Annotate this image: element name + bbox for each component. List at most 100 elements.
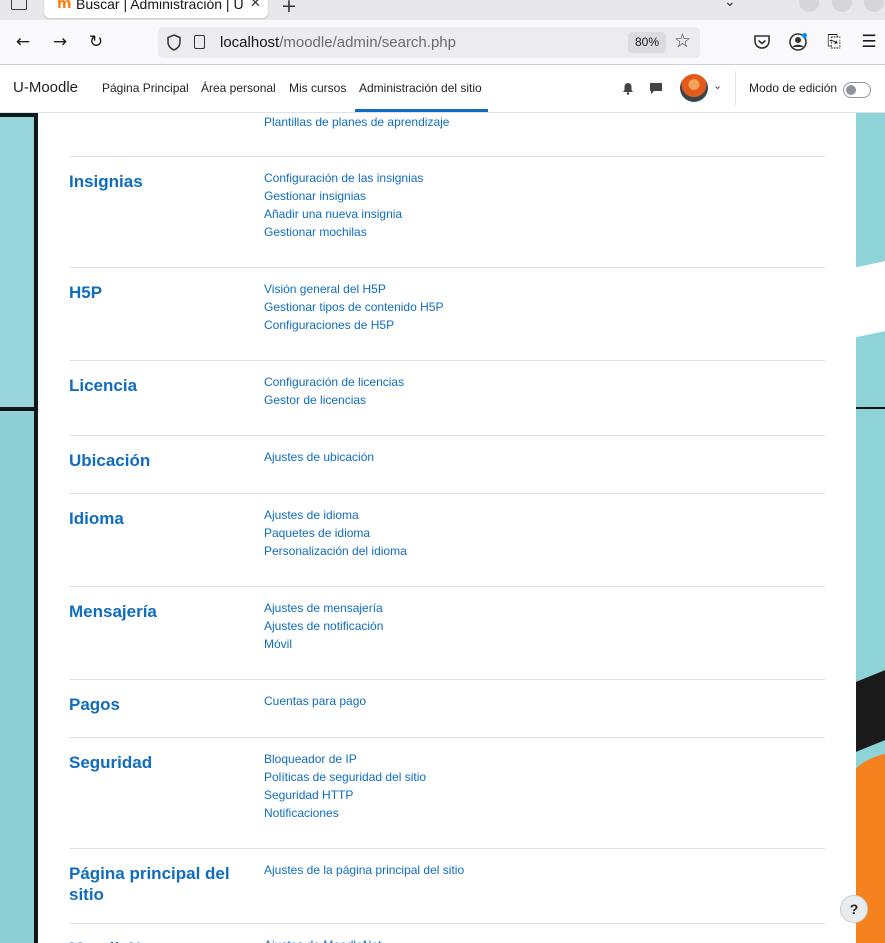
- browser-tab[interactable]: m Buscar | Administración | U-Moodle ✕: [44, 0, 268, 18]
- edit-mode-label: Modo de edición: [749, 81, 838, 95]
- new-tab-icon[interactable]: +: [281, 0, 297, 17]
- user-menu-chevron-icon[interactable]: ⌄: [713, 79, 722, 92]
- admin-category-section: MoodleNet Ajustes de MoodleNet: [69, 923, 825, 943]
- category-title[interactable]: Mensajería: [69, 601, 249, 622]
- category-links: Ajustes de idioma Paquetes de idioma Perso…: [264, 506, 407, 560]
- admin-link[interactable]: Ajustes de mensajería: [264, 599, 383, 617]
- admin-link[interactable]: Ajustes de notificación: [264, 617, 383, 635]
- star-icon[interactable]: ☆: [674, 30, 691, 52]
- url-text[interactable]: localhost/moodle/admin/search.php: [220, 34, 456, 51]
- nav-link-site-admin[interactable]: Administración del sitio: [359, 81, 482, 95]
- minimize-window-button[interactable]: [799, 0, 819, 12]
- admin-link[interactable]: Plantillas de planes de aprendizaje: [264, 113, 449, 131]
- admin-link[interactable]: Gestor de licencias: [264, 391, 404, 409]
- admin-category-section: H5P Visión general del H5P Gestionar tipos…: [69, 267, 825, 360]
- edit-mode-toggle[interactable]: [843, 82, 871, 98]
- extensions-icon[interactable]: ⎘: [822, 30, 846, 54]
- category-title[interactable]: Pagos: [69, 694, 249, 715]
- nav-link-dashboard[interactable]: Área personal: [201, 81, 276, 95]
- admin-link[interactable]: Añadir una nueva insignia: [264, 205, 423, 223]
- admin-link[interactable]: Configuración de licencias: [264, 373, 404, 391]
- chat-icon[interactable]: [649, 82, 663, 95]
- category-title[interactable]: Insignias: [69, 171, 249, 192]
- admin-category-section: Pagos Cuentas para pago: [69, 679, 825, 737]
- admin-search-panel: Plantillas de planes de aprendizaje Insi…: [38, 113, 856, 943]
- bell-icon[interactable]: [622, 82, 634, 95]
- forward-icon[interactable]: →: [48, 30, 72, 54]
- admin-link[interactable]: Notificaciones: [264, 804, 426, 822]
- address-bar[interactable]: localhost/moodle/admin/search.php 80% ☆: [158, 27, 700, 58]
- admin-link[interactable]: Visión general del H5P: [264, 280, 443, 298]
- admin-link[interactable]: Gestionar mochilas: [264, 223, 423, 241]
- category-links: Cuentas para pago: [264, 692, 366, 710]
- nav-link-home[interactable]: Página Principal: [102, 81, 189, 95]
- close-window-button[interactable]: [864, 0, 884, 12]
- page-icon[interactable]: [194, 35, 205, 49]
- admin-category-section: Ubicación Ajustes de ubicación: [69, 435, 825, 493]
- page-background: Plantillas de planes de aprendizaje Insi…: [0, 113, 885, 943]
- bg-decoration-left-bottom: [0, 409, 36, 943]
- admin-link[interactable]: Bloqueador de IP: [264, 750, 426, 768]
- site-brand[interactable]: U-Moodle: [13, 79, 78, 96]
- category-links: Configuración de licencias Gestor de lice…: [264, 373, 404, 409]
- admin-link[interactable]: Gestionar insignias: [264, 187, 423, 205]
- toggle-knob: [846, 85, 856, 95]
- reload-icon[interactable]: ↻: [84, 30, 108, 54]
- admin-link[interactable]: Políticas de seguridad del sitio: [264, 768, 426, 786]
- menu-icon[interactable]: ☰: [857, 30, 881, 54]
- admin-category-section: Idioma Ajustes de idioma Paquetes de idiom…: [69, 493, 825, 586]
- shield-icon[interactable]: [166, 34, 182, 51]
- category-title[interactable]: MoodleNet: [69, 938, 249, 943]
- admin-link[interactable]: Móvil: [264, 635, 383, 653]
- navbar-divider: [735, 71, 736, 105]
- admin-link[interactable]: Personalización del idioma: [264, 542, 407, 560]
- category-title[interactable]: H5P: [69, 282, 249, 303]
- admin-link[interactable]: Gestionar tipos de contenido H5P: [264, 298, 443, 316]
- tab-list-chevron-icon[interactable]: ⌄: [724, 0, 736, 10]
- category-links: Ajustes de MoodleNet: [264, 936, 381, 943]
- bg-decoration-white: [856, 258, 885, 338]
- close-tab-icon[interactable]: ✕: [250, 0, 261, 11]
- url-host: localhost: [220, 34, 280, 51]
- admin-category-section: Insignias Configuración de las insignias G…: [69, 156, 825, 267]
- maximize-window-button[interactable]: [832, 0, 852, 12]
- url-path: /moodle/admin/search.php: [279, 34, 456, 51]
- admin-link[interactable]: Ajustes de idioma: [264, 506, 407, 524]
- admin-link[interactable]: Ajustes de la página principal del sitio: [264, 861, 464, 879]
- category-links: Bloqueador de IP Políticas de seguridad d…: [264, 750, 426, 822]
- admin-link[interactable]: Seguridad HTTP: [264, 786, 426, 804]
- admin-category-section: Licencia Configuración de licencias Gestor…: [69, 360, 825, 435]
- admin-link[interactable]: Ajustes de ubicación: [264, 448, 374, 466]
- category-title[interactable]: Página principal del sitio: [69, 863, 249, 905]
- admin-category-section: Seguridad Bloqueador de IP Políticas de se…: [69, 737, 825, 848]
- admin-category-section: Mensajería Ajustes de mensajería Ajustes d…: [69, 586, 825, 679]
- bg-decoration-left-top: [0, 117, 36, 407]
- tab-title: Buscar | Administración | U-Moodle: [76, 0, 244, 12]
- pocket-icon[interactable]: [750, 30, 774, 54]
- category-title[interactable]: Idioma: [69, 508, 249, 529]
- category-title[interactable]: Seguridad: [69, 752, 249, 773]
- back-icon[interactable]: ←: [11, 30, 35, 54]
- category-links: Ajustes de mensajería Ajustes de notifica…: [264, 599, 383, 653]
- account-icon[interactable]: [786, 30, 810, 54]
- category-title[interactable]: Licencia: [69, 375, 249, 396]
- admin-link[interactable]: Paquetes de idioma: [264, 524, 407, 542]
- browser-toolbar: ← → ↻ localhost/moodle/admin/search.php …: [0, 20, 885, 65]
- user-avatar[interactable]: [680, 74, 708, 102]
- category-links: Visión general del H5P Gestionar tipos de…: [264, 280, 443, 334]
- tab-overview-icon[interactable]: [11, 0, 27, 10]
- admin-link[interactable]: Cuentas para pago: [264, 692, 366, 710]
- admin-link[interactable]: Configuraciones de H5P: [264, 316, 443, 334]
- active-nav-indicator: [355, 109, 488, 112]
- admin-link[interactable]: Configuración de las insignias: [264, 169, 423, 187]
- help-button[interactable]: ?: [840, 895, 868, 923]
- admin-category-section: Página principal del sitio Ajustes de la …: [69, 848, 825, 923]
- admin-link[interactable]: Ajustes de MoodleNet: [264, 936, 381, 943]
- moodle-favicon-icon: m: [57, 0, 72, 12]
- moodle-navbar: U-Moodle Página Principal Área personal …: [0, 65, 885, 113]
- category-links: Ajustes de ubicación: [264, 448, 374, 466]
- zoom-level[interactable]: 80%: [628, 32, 667, 53]
- category-title[interactable]: Ubicación: [69, 450, 249, 471]
- nav-link-my-courses[interactable]: Mis cursos: [289, 81, 346, 95]
- bg-decoration-line: [856, 407, 885, 409]
